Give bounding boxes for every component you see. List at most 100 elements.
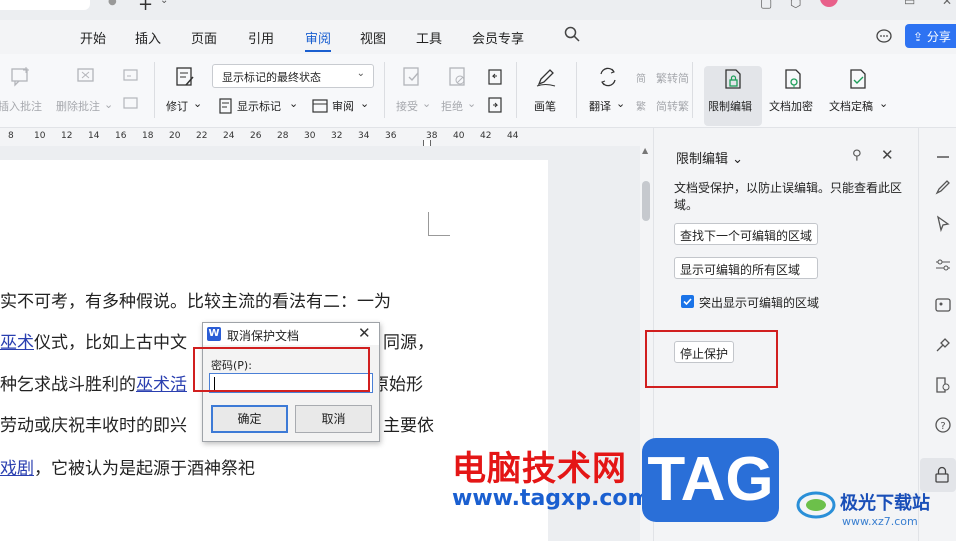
- ruler-tick: 42: [480, 131, 492, 141]
- ribbon-separator: [516, 62, 517, 118]
- markup-status-value: 显示标记的最终状态: [222, 71, 321, 84]
- doc-hyperlink[interactable]: 活: [170, 375, 187, 395]
- menu-view[interactable]: 视图: [360, 28, 386, 47]
- doc-text: 仪式，比如上古中文: [34, 333, 187, 353]
- translate-dropdown-icon[interactable]: ⌄: [616, 97, 625, 110]
- find-next-editable-button[interactable]: 查找下一个可编辑的区域: [674, 223, 818, 245]
- ruler-tick: 18: [142, 131, 154, 141]
- trad-to-simp-button[interactable]: 繁转简: [656, 70, 689, 86]
- search-icon[interactable]: [564, 26, 580, 42]
- user-avatar[interactable]: [820, 0, 838, 7]
- doc-text-line[interactable]: 巫术仪式，比如上古中文: [0, 328, 187, 353]
- show-markup-dropdown-icon[interactable]: ⌄: [289, 97, 298, 110]
- book-search-icon[interactable]: [934, 376, 952, 394]
- pane-title[interactable]: 限制编辑 ⌄: [676, 148, 743, 167]
- scrollbar-thumb[interactable]: [642, 181, 650, 221]
- prev-comment-icon[interactable]: [122, 68, 140, 86]
- menu-references[interactable]: 引用: [248, 28, 274, 47]
- close-pane-icon[interactable]: ✕: [881, 146, 894, 164]
- menu-tools[interactable]: 工具: [416, 28, 442, 47]
- image-icon[interactable]: [934, 296, 952, 314]
- highlight-editable-label: 突出显示可编辑的区域: [699, 296, 820, 310]
- doc-text-line[interactable]: 同源，: [383, 328, 434, 353]
- accept-icon: [403, 67, 419, 86]
- reject-button[interactable]: 拒绝: [441, 98, 463, 114]
- accept-button[interactable]: 接受: [396, 98, 418, 114]
- reject-dropdown-icon[interactable]: ⌄: [467, 97, 476, 110]
- chat-icon[interactable]: [876, 28, 892, 44]
- document-tab[interactable]: [0, 0, 90, 10]
- ruler-tick: 16: [115, 131, 127, 141]
- pen-button[interactable]: 画笔: [534, 98, 556, 114]
- track-changes-dropdown-icon[interactable]: ⌄: [193, 97, 202, 110]
- menu-review[interactable]: 审阅: [305, 28, 331, 47]
- delete-comment-icon: [77, 68, 94, 82]
- pin-icon[interactable]: ⚲: [852, 148, 862, 163]
- menu-page[interactable]: 页面: [191, 28, 217, 47]
- doc-hyperlink[interactable]: 巫术: [0, 333, 34, 353]
- accept-dropdown-icon[interactable]: ⌄: [422, 97, 431, 110]
- new-tab-plus-icon[interactable]: +: [138, 0, 153, 15]
- cursor-icon[interactable]: [934, 215, 952, 233]
- doc-finalize-dropdown-icon[interactable]: ⌄: [879, 97, 888, 110]
- doc-text-line[interactable]: 戏剧，它被认为是起源于酒神祭祀: [0, 454, 255, 479]
- show-markup-button[interactable]: 显示标记: [237, 98, 281, 114]
- minus-icon[interactable]: [934, 148, 952, 166]
- doc-finalize-button[interactable]: 文档定稿: [829, 98, 873, 114]
- doc-hyperlink[interactable]: 戏剧: [0, 459, 34, 479]
- doc-text-line[interactable]: 劳动或庆祝丰收时的即兴: [0, 411, 187, 436]
- markup-status-select[interactable]: 显示标记的最终状态 ⌄: [212, 64, 374, 88]
- doc-finalize-icon: [850, 69, 866, 89]
- close-window-icon[interactable]: ✕: [942, 0, 952, 8]
- menu-member[interactable]: 会员专享: [472, 28, 524, 47]
- layout-icon[interactable]: ▢: [760, 0, 772, 11]
- review-pane-icon: [312, 99, 328, 113]
- scroll-up-icon[interactable]: ▲: [642, 146, 648, 155]
- lock-icon[interactable]: [933, 466, 951, 484]
- prev-change-icon[interactable]: [487, 68, 505, 86]
- cancel-button[interactable]: 取消: [295, 405, 372, 433]
- pen-icon: [536, 69, 556, 87]
- ruler-tick: 36: [385, 131, 397, 141]
- review-ribbon: 插入批注 删除批注 ⌄ 修订 ⌄ 显示标记的最终状态 ⌄ 显示标记 ⌄ 审阅 ⌄…: [0, 54, 956, 128]
- menu-home[interactable]: 开始: [80, 28, 106, 47]
- share-button[interactable]: ⇪ 分享: [905, 24, 956, 48]
- next-change-icon[interactable]: [487, 96, 505, 114]
- dialog-title: 取消保护文档: [227, 329, 300, 343]
- doc-text-line[interactable]: 主要依: [383, 411, 434, 436]
- menu-insert[interactable]: 插入: [135, 28, 161, 47]
- doc-text-line[interactable]: 种乞求战斗胜利的巫术活: [0, 370, 187, 395]
- svg-text:?: ?: [940, 421, 945, 432]
- delete-comment-button[interactable]: 删除批注: [56, 98, 100, 114]
- doc-encrypt-button[interactable]: 文档加密: [769, 98, 813, 114]
- shield-icon[interactable]: ⬡: [790, 0, 801, 11]
- next-comment-icon[interactable]: [122, 96, 140, 114]
- watermark-tag-logo: TAG: [642, 438, 779, 522]
- doc-text-line[interactable]: 实不可考，有多种假说。比较主流的看法有二：一为: [0, 287, 391, 312]
- translate-button[interactable]: 翻译: [589, 98, 611, 114]
- restrict-edit-button[interactable]: 限制编辑: [708, 98, 752, 114]
- review-pane-dropdown-icon[interactable]: ⌄: [360, 97, 369, 110]
- simp-to-trad-button[interactable]: 简转繁: [656, 98, 689, 114]
- watermark-download-site: 极光下载站: [840, 493, 930, 514]
- menu-bar: 开始 插入 页面 引用 审阅 视图 工具 会员专享 ⇪ 分享: [0, 20, 956, 54]
- show-all-editable-button[interactable]: 显示可编辑的所有区域: [674, 257, 818, 279]
- ruler-tick: 24: [223, 131, 235, 141]
- highlight-editable-checkbox[interactable]: [681, 295, 694, 308]
- ribbon-separator: [154, 62, 155, 118]
- review-pane-button[interactable]: 审阅: [332, 98, 354, 114]
- dialog-title-bar[interactable]: W 取消保护文档 ✕: [203, 323, 379, 345]
- ok-button[interactable]: 确定: [211, 405, 288, 433]
- insert-comment-button[interactable]: 插入批注: [0, 98, 42, 114]
- dialog-close-icon[interactable]: ✕: [358, 324, 371, 342]
- doc-hyperlink[interactable]: 巫术: [136, 375, 170, 395]
- track-changes-button[interactable]: 修订: [166, 98, 188, 114]
- tools-icon[interactable]: [934, 336, 952, 354]
- help-icon[interactable]: ?: [934, 416, 952, 434]
- pen-tool-icon[interactable]: [934, 178, 952, 196]
- restore-window-icon[interactable]: ▭: [904, 0, 915, 8]
- tab-dropdown-icon[interactable]: ⌄: [160, 0, 168, 6]
- delete-comment-dropdown-icon[interactable]: ⌄: [104, 98, 113, 111]
- sliders-icon[interactable]: [934, 256, 952, 274]
- horizontal-ruler: 8 10 12 14 16 18 20 22 24 26 28 30 32 34…: [0, 128, 548, 147]
